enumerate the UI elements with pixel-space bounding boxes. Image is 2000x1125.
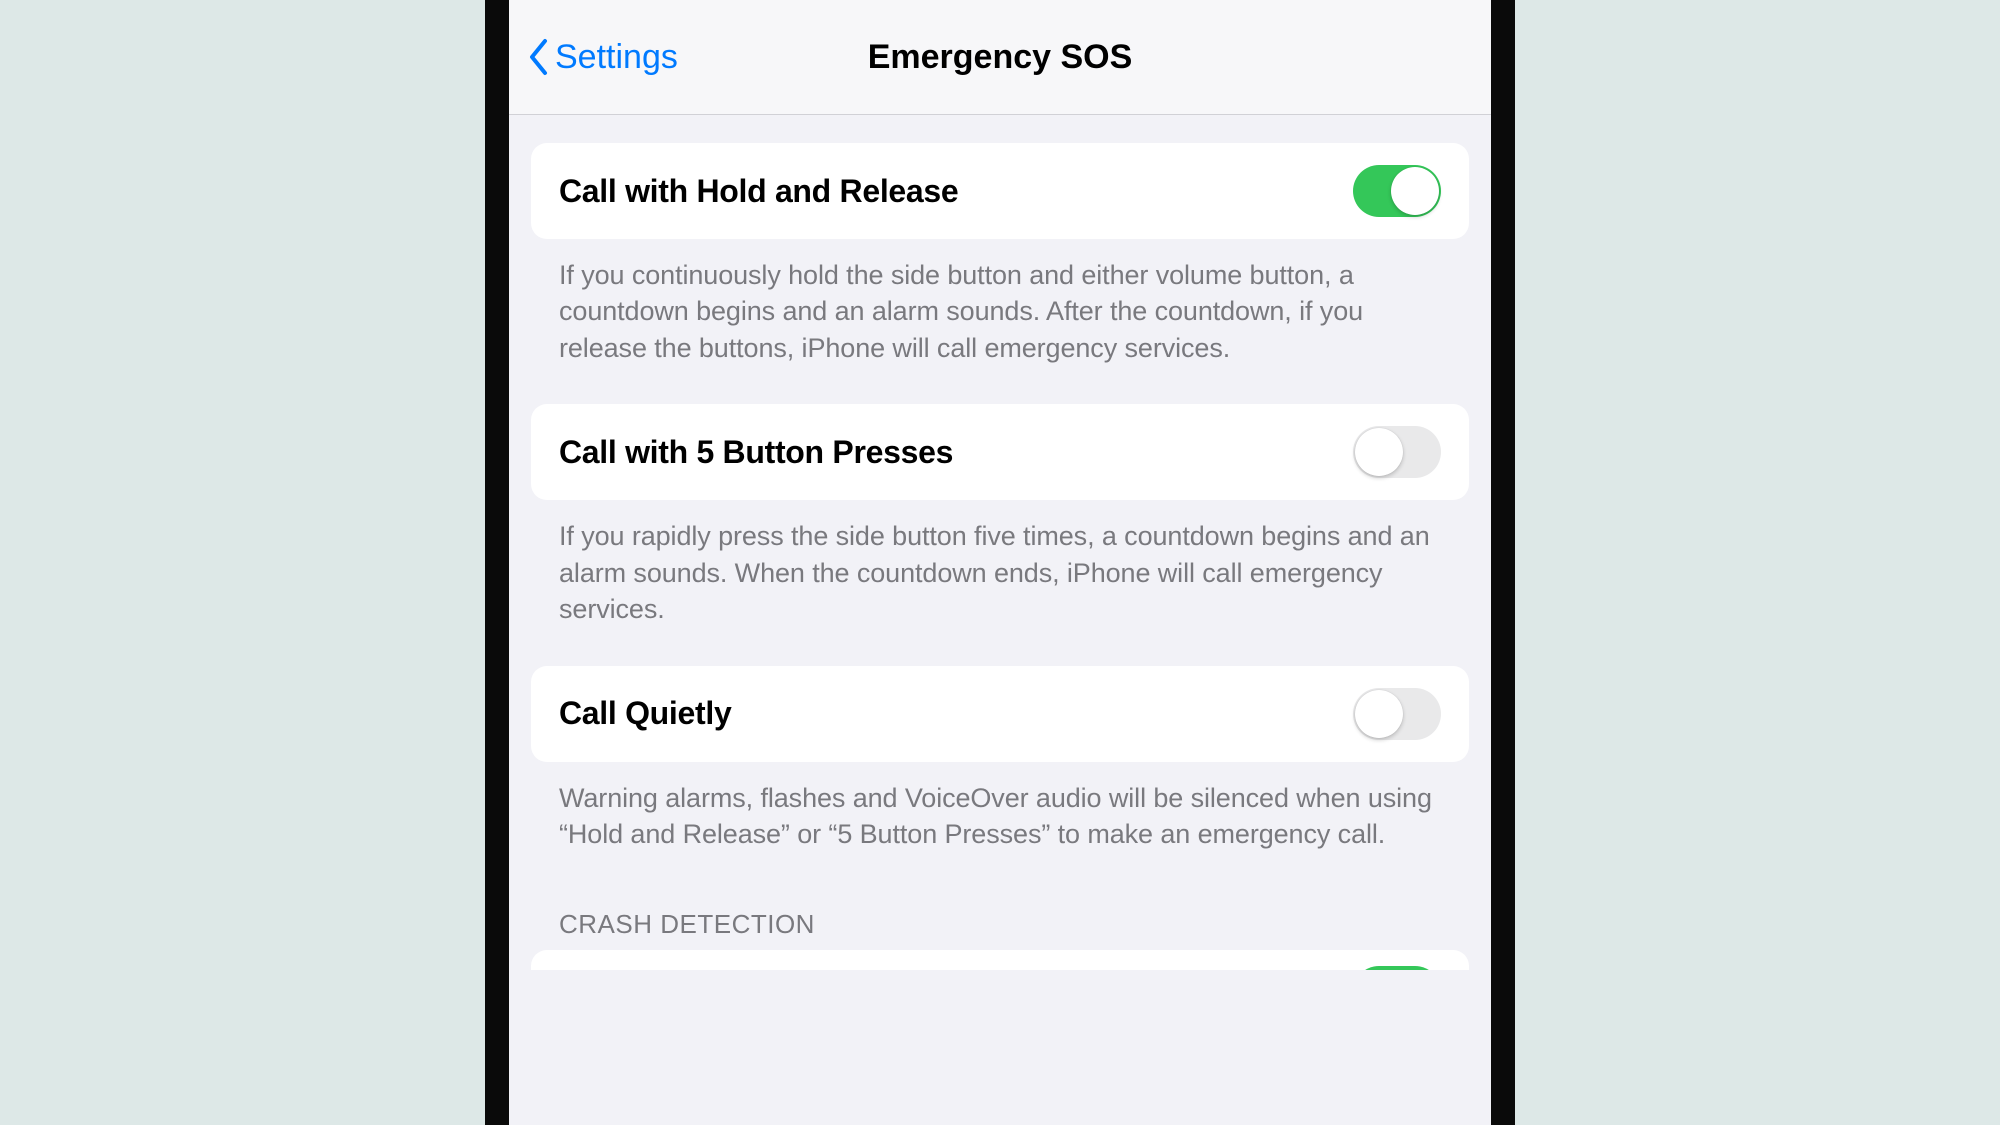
setting-label: Call Quietly <box>559 695 731 732</box>
toggle-knob <box>1355 690 1403 738</box>
setting-five-presses: Call with 5 Button Presses <box>531 404 1469 500</box>
setting-description: Warning alarms, flashes and VoiceOver au… <box>531 762 1469 853</box>
screen: Settings Emergency SOS Call with Hold an… <box>509 0 1491 1125</box>
toggle-call-quietly[interactable] <box>1353 688 1441 740</box>
settings-content: Call with Hold and Release If you contin… <box>509 115 1491 970</box>
back-button[interactable]: Settings <box>527 38 678 77</box>
toggle-crash-detection[interactable] <box>1353 966 1441 970</box>
setting-call-quietly: Call Quietly <box>531 666 1469 762</box>
setting-label: Call with Hold and Release <box>559 173 958 210</box>
toggle-knob <box>1355 428 1403 476</box>
setting-description: If you continuously hold the side button… <box>531 239 1469 366</box>
page-title: Emergency SOS <box>868 38 1133 77</box>
toggle-five-presses[interactable] <box>1353 426 1441 478</box>
chevron-left-icon <box>527 38 549 76</box>
setting-description: If you rapidly press the side button fiv… <box>531 500 1469 627</box>
section-header-crash-detection: CRASH DETECTION <box>531 909 1469 950</box>
toggle-hold-and-release[interactable] <box>1353 165 1441 217</box>
toggle-knob <box>1391 167 1439 215</box>
device-frame: Settings Emergency SOS Call with Hold an… <box>485 0 1515 1125</box>
setting-hold-and-release: Call with Hold and Release <box>531 143 1469 239</box>
navigation-bar: Settings Emergency SOS <box>509 0 1491 115</box>
back-label: Settings <box>555 38 678 77</box>
setting-crash-detection-partial <box>531 950 1469 970</box>
setting-label: Call with 5 Button Presses <box>559 434 953 471</box>
